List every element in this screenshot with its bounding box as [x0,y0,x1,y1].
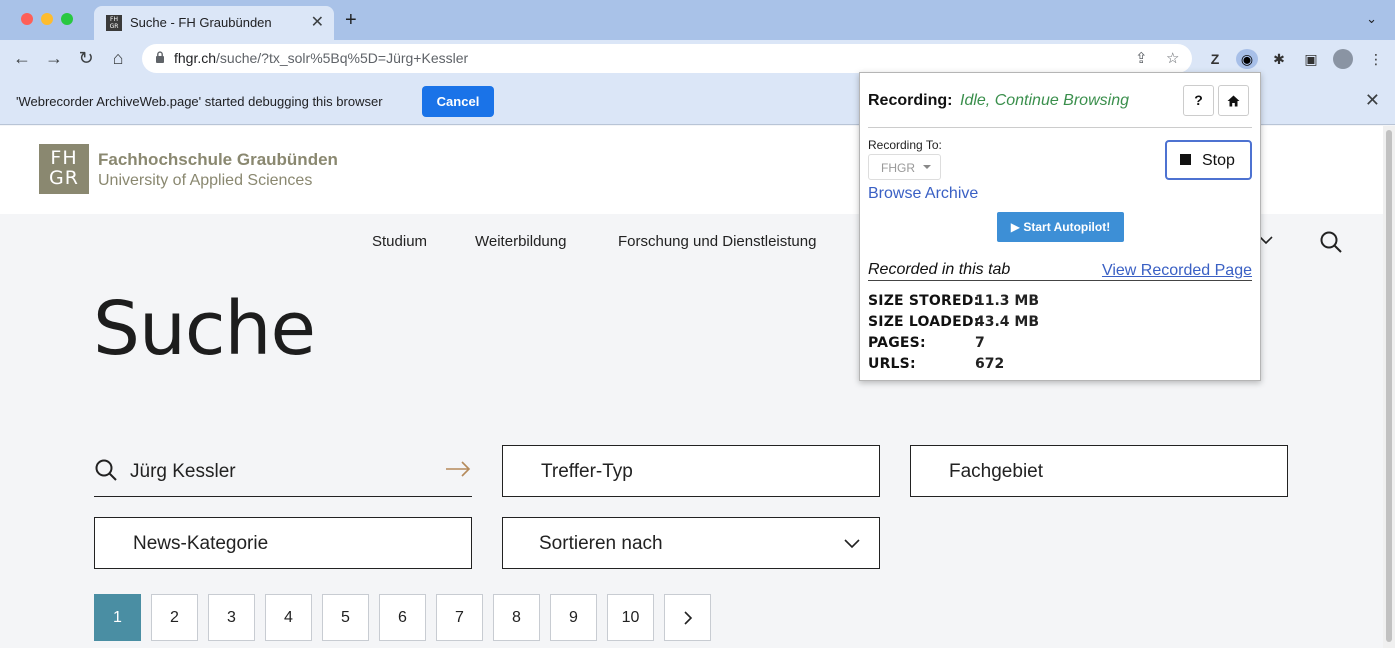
filter-label: Fachgebiet [949,461,1044,482]
share-icon[interactable]: ⇪ [1135,49,1148,67]
recorded-in-tab-heading: Recorded in this tab [868,261,1011,278]
pages-value: 7 [975,335,985,351]
caret-down-icon [923,165,931,169]
divider [868,280,1252,281]
stop-square-icon [1180,154,1191,165]
site-subtitle[interactable]: University of Applied Sciences [98,172,312,190]
arrow-right-icon[interactable] [444,457,472,481]
site-name[interactable]: Fachhochschule Graubünden [98,150,338,170]
collection-value: FHGR [881,161,915,175]
urls-label: URLS: [868,356,916,372]
search-icon[interactable] [1319,230,1343,254]
page-button-10[interactable]: 10 [607,594,654,641]
maximize-window-button[interactable] [61,13,73,25]
page-button-8[interactable]: 8 [493,594,540,641]
infobar-close-icon[interactable]: ✕ [1365,90,1380,111]
help-button[interactable]: ? [1183,85,1214,116]
page-button-7[interactable]: 7 [436,594,483,641]
home-icon[interactable]: ⌂ [107,47,129,69]
stop-label: Stop [1202,152,1235,169]
stop-button[interactable]: Stop [1165,140,1252,180]
sidepanel-icon[interactable]: ▣ [1301,49,1321,69]
filter-news-kategorie[interactable]: News-Kategorie [94,517,472,569]
filter-label: Treffer-Typ [541,461,633,482]
page-button-3[interactable]: 3 [208,594,255,641]
view-recorded-page-link[interactable]: View Recorded Page [1102,262,1252,280]
page-button-9[interactable]: 9 [550,594,597,641]
tab-search-chevron-icon[interactable]: ⌄ [1366,11,1377,27]
favicon-icon: FH GR [106,15,122,31]
close-window-button[interactable] [21,13,33,25]
back-icon[interactable]: ← [11,47,33,69]
forward-icon[interactable]: → [43,47,65,69]
page-scrollbar[interactable] [1383,126,1395,648]
filter-fachgebiet[interactable]: Fachgebiet [910,445,1288,497]
home-icon [1227,95,1240,107]
webrecorder-icon[interactable]: ◉ [1236,49,1258,69]
page-button-2[interactable]: 2 [151,594,198,641]
search-input[interactable]: Jürg Kessler [94,445,472,497]
nav-item-weiterbildung[interactable]: Weiterbildung [475,233,566,250]
page-title: Suche [93,286,316,372]
collection-select[interactable]: FHGR [868,154,941,180]
recording-to-label: Recording To: [868,138,942,152]
lock-icon [156,51,164,63]
chevron-right-icon [683,611,692,625]
page-button-5[interactable]: 5 [322,594,369,641]
zotero-icon[interactable]: Z [1205,49,1225,69]
cancel-button[interactable]: Cancel [422,86,494,117]
bookmark-star-icon[interactable]: ☆ [1166,49,1179,67]
page-button-6[interactable]: 6 [379,594,426,641]
size-loaded-value: 43.4 MB [975,314,1040,330]
reload-icon[interactable]: ↻ [75,47,97,69]
chevron-down-icon [844,539,860,549]
sort-label: Sortieren nach [539,533,663,554]
puzzle-icon[interactable]: ✱ [1269,49,1289,69]
sort-select[interactable]: Sortieren nach [502,517,880,569]
tab-title: Suche - FH Graubünden [130,15,272,30]
search-icon [95,459,117,481]
page-button-4[interactable]: 4 [265,594,312,641]
urls-value: 672 [975,356,1005,372]
scrollbar-thumb[interactable] [1386,130,1392,642]
minimize-window-button[interactable] [41,13,53,25]
next-page-button[interactable] [664,594,711,641]
profile-avatar[interactable] [1333,49,1353,69]
tab-strip: FH GR Suche - FH Graubünden ✕ + ⌄ [0,0,1395,40]
browser-tab[interactable]: FH GR Suche - FH Graubünden ✕ [94,6,334,40]
size-stored-label: SIZE STORED: [868,293,980,309]
size-stored-value: 11.3 MB [975,293,1040,309]
webrecorder-popup: Recording: Idle, Continue Browsing ? Rec… [859,72,1261,381]
fhgr-logo[interactable]: FH GR [39,144,89,194]
pages-label: PAGES: [868,335,926,351]
new-tab-icon[interactable]: + [345,9,357,32]
nav-item-forschung[interactable]: Forschung und Dienstleistung [618,233,816,250]
nav-item-studium[interactable]: Studium [372,233,427,250]
search-query-value: Jürg Kessler [130,461,236,482]
tab-close-icon[interactable]: ✕ [311,12,324,32]
divider [868,127,1252,128]
browse-archive-link[interactable]: Browse Archive [868,185,978,203]
address-bar[interactable]: fhgr.ch/suche/?tx_solr%5Bq%5D=Jürg+Kessl… [142,44,1192,73]
page-button-1[interactable]: 1 [94,594,141,641]
filter-label: News-Kategorie [133,533,269,554]
size-loaded-label: SIZE LOADED: [868,314,980,330]
recording-status: Idle, Continue Browsing [960,92,1129,109]
recording-label: Recording: [868,92,953,109]
filter-treffer-typ[interactable]: Treffer-Typ [502,445,880,497]
infobar-message: 'Webrecorder ArchiveWeb.page' started de… [16,94,383,109]
more-icon[interactable]: ⋮ [1366,49,1386,69]
url-text: fhgr.ch/suche/?tx_solr%5Bq%5D=Jürg+Kessl… [174,50,469,66]
home-button[interactable] [1218,85,1249,116]
start-autopilot-button[interactable]: ▶ Start Autopilot! [997,212,1124,242]
